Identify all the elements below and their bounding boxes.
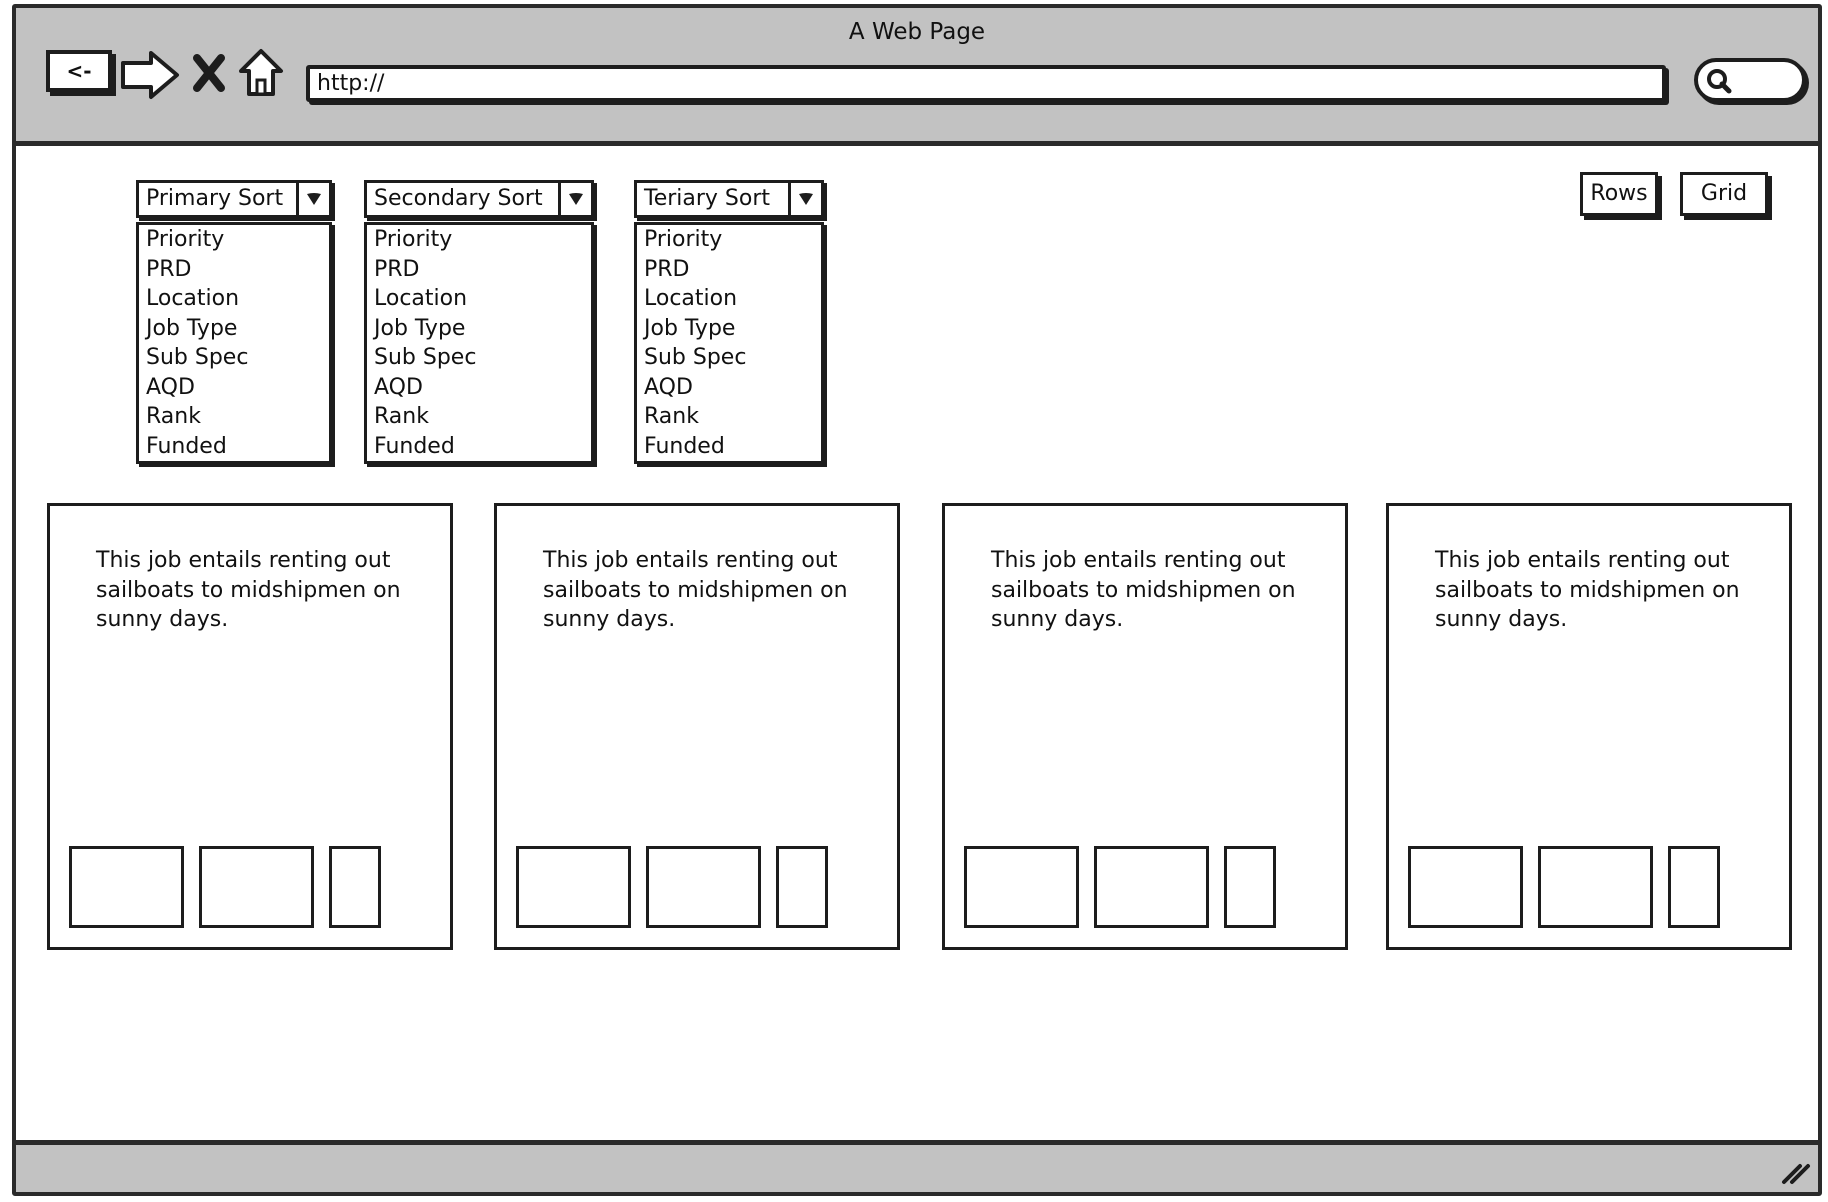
back-button[interactable]: <- [46,50,112,92]
list-item[interactable]: Sub Spec [139,343,329,373]
browser-toolbar: A Web Page <- http:// [16,8,1818,146]
card-action-slot[interactable] [964,846,1079,928]
page-content: Primary Sort Priority PRD Location Job T… [16,146,1818,1140]
browser-window: A Web Page <- http:// Primary Sort Prior… [12,4,1822,1196]
list-item[interactable]: PRD [637,255,821,285]
list-item[interactable]: Rank [139,402,329,432]
job-card[interactable]: This job entails renting out sailboats t… [494,503,900,950]
primary-sort-label: Primary Sort [146,186,284,211]
tertiary-sort-toggle[interactable] [788,183,821,215]
tertiary-sort-list[interactable]: Priority PRD Location Job Type Sub Spec … [634,222,824,464]
primary-sort-select[interactable]: Primary Sort [136,180,332,218]
list-item[interactable]: Job Type [637,314,821,344]
card-action-slot[interactable] [1408,846,1523,928]
secondary-sort-label: Secondary Sort [374,186,543,211]
url-input[interactable]: http:// [306,65,1666,102]
status-bar [16,1140,1818,1192]
window-title: A Web Page [848,19,986,45]
list-item[interactable]: Job Type [139,314,329,344]
card-action-slot[interactable] [516,846,631,928]
card-action-slot[interactable] [199,846,314,928]
secondary-sort-toggle[interactable] [558,183,591,215]
list-item[interactable]: AQD [367,373,591,403]
job-card[interactable]: This job entails renting out sailboats t… [1386,503,1792,950]
list-item[interactable]: Job Type [367,314,591,344]
primary-sort-list[interactable]: Priority PRD Location Job Type Sub Spec … [136,222,332,464]
card-action-slot[interactable] [1538,846,1653,928]
job-card[interactable]: This job entails renting out sailboats t… [47,503,453,950]
rows-view-button[interactable]: Rows [1580,172,1658,216]
chevron-down-icon [307,193,321,205]
list-item[interactable]: Rank [637,402,821,432]
search-icon [1707,69,1732,94]
job-description: This job entails renting out sailboats t… [991,548,1296,632]
card-action-slot[interactable] [1224,846,1276,928]
card-action-slot[interactable] [1668,846,1720,928]
chevron-down-icon [569,193,583,205]
job-card[interactable]: This job entails renting out sailboats t… [942,503,1348,950]
list-item[interactable]: Funded [139,432,329,462]
job-description: This job entails renting out sailboats t… [96,548,401,632]
secondary-sort-select[interactable]: Secondary Sort [364,180,594,218]
secondary-sort-list[interactable]: Priority PRD Location Job Type Sub Spec … [364,222,594,464]
list-item[interactable]: Funded [367,432,591,462]
list-item[interactable]: Sub Spec [367,343,591,373]
search-input[interactable] [1694,58,1806,102]
list-item[interactable]: Location [367,284,591,314]
list-item[interactable]: PRD [139,255,329,285]
card-action-slot[interactable] [646,846,761,928]
forward-arrow-icon[interactable] [120,50,182,100]
list-item[interactable]: Priority [637,225,821,255]
back-button-label: <- [66,59,92,83]
chevron-down-icon [799,193,813,205]
list-item[interactable]: Sub Spec [637,343,821,373]
list-item[interactable]: Rank [367,402,591,432]
grid-view-button[interactable]: Grid [1680,172,1768,216]
list-item[interactable]: Priority [367,225,591,255]
list-item[interactable]: Location [139,284,329,314]
home-icon[interactable] [238,48,284,98]
list-item[interactable]: Priority [139,225,329,255]
primary-sort-toggle[interactable] [296,183,329,215]
list-item[interactable]: Location [637,284,821,314]
list-item[interactable]: AQD [139,373,329,403]
list-item[interactable]: AQD [637,373,821,403]
list-item[interactable]: Funded [637,432,821,462]
card-action-slot[interactable] [69,846,184,928]
close-icon[interactable] [192,54,226,92]
list-item[interactable]: PRD [367,255,591,285]
tertiary-sort-label: Teriary Sort [644,186,771,211]
resize-grip-icon[interactable] [1778,1158,1812,1186]
job-description: This job entails renting out sailboats t… [543,548,848,632]
job-description: This job entails renting out sailboats t… [1435,548,1740,632]
tertiary-sort-select[interactable]: Teriary Sort [634,180,824,218]
card-action-slot[interactable] [329,846,381,928]
card-action-slot[interactable] [1094,846,1209,928]
card-action-slot[interactable] [776,846,828,928]
